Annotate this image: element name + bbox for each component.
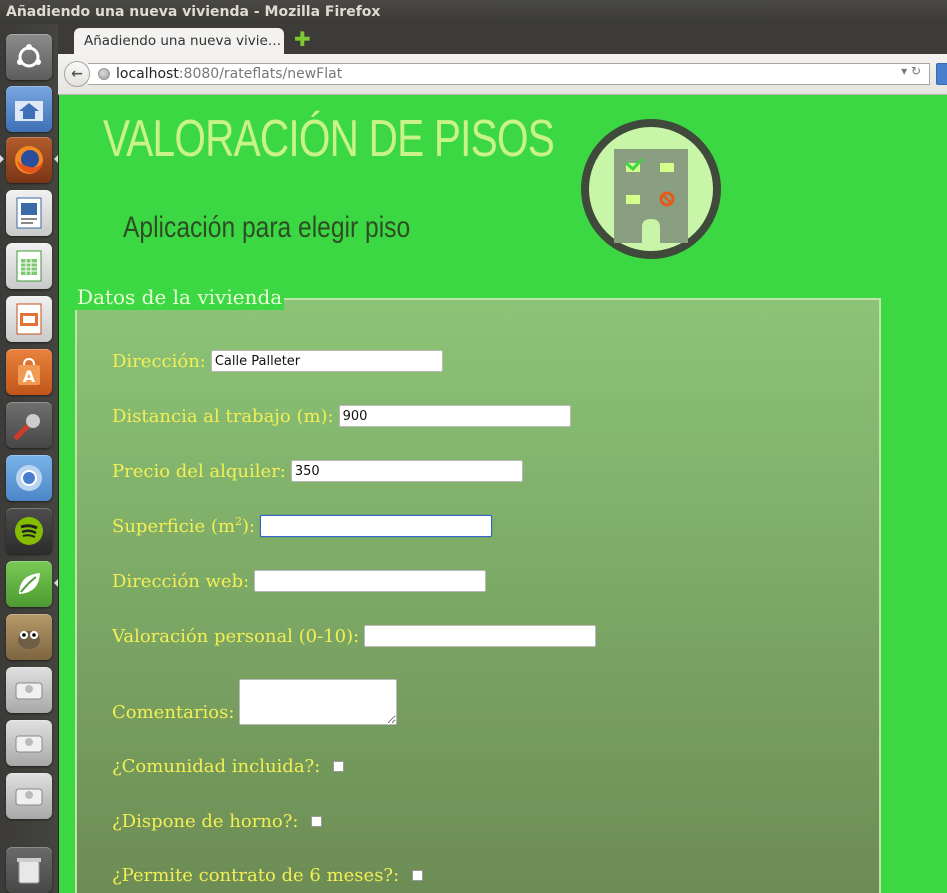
writer-icon[interactable] xyxy=(6,190,52,236)
flat-data-fieldset xyxy=(75,298,881,893)
trash-icon[interactable] xyxy=(6,847,52,893)
unity-launcher: A xyxy=(0,24,59,893)
contrato-checkbox[interactable] xyxy=(412,870,424,881)
url-path: :8080/rateflats/newFlat xyxy=(178,66,343,82)
plus-icon[interactable]: ✚ xyxy=(294,29,311,49)
back-arrow-icon: ← xyxy=(71,66,83,82)
drive-icon[interactable] xyxy=(6,667,52,713)
svg-text:A: A xyxy=(23,367,36,386)
page-title: VALORACIÓN DE PISOS xyxy=(103,110,555,168)
precio-label: Precio del alquiler: xyxy=(112,460,286,482)
field-valoracion: Valoración personal (0-10): xyxy=(112,625,597,647)
navigation-bar: localhost:8080/rateflats/newFlat ▾ ↻ ← xyxy=(58,54,947,95)
comunidad-label: ¿Comunidad incluida?: xyxy=(112,756,321,777)
page-subtitle: Aplicación para elegir piso xyxy=(123,211,411,244)
calc-icon[interactable] xyxy=(6,243,52,289)
spotify-icon[interactable] xyxy=(6,508,52,554)
web-label: Dirección web: xyxy=(112,570,250,592)
firefox-icon[interactable] xyxy=(6,137,52,183)
valoracion-label: Valoración personal (0-10): xyxy=(112,625,360,647)
precio-input[interactable] xyxy=(290,460,523,482)
url-actions: ▾ ↻ xyxy=(901,64,921,78)
valoracion-input[interactable] xyxy=(364,625,597,647)
url-host: localhost xyxy=(116,66,179,82)
tab-current[interactable]: Añadiendo una nueva vivie… xyxy=(74,28,284,54)
back-button[interactable]: ← xyxy=(64,61,90,87)
comunidad-checkbox[interactable] xyxy=(333,761,345,772)
comentarios-label: Comentarios: xyxy=(112,702,235,723)
field-horno: ¿Dispone de horno?: xyxy=(112,811,323,832)
horno-checkbox[interactable] xyxy=(311,816,323,827)
gimp-icon[interactable] xyxy=(6,614,52,660)
field-superficie: Superficie (m2): xyxy=(112,515,493,537)
impress-icon[interactable] xyxy=(6,296,52,342)
software-center-icon[interactable]: A xyxy=(6,349,52,395)
chromium-icon[interactable] xyxy=(6,455,52,501)
direccion-label: Dirección: xyxy=(112,350,206,372)
web-input[interactable] xyxy=(254,570,487,592)
ubuntu-dash-icon[interactable] xyxy=(6,34,52,80)
reload-icon[interactable]: ↻ xyxy=(911,64,921,78)
field-distancia: Distancia al trabajo (m): xyxy=(112,405,571,427)
field-comunidad: ¿Comunidad incluida?: xyxy=(112,756,345,777)
system-settings-icon[interactable] xyxy=(6,402,52,448)
url-bar[interactable]: localhost:8080/rateflats/newFlat ▾ ↻ xyxy=(88,63,930,85)
field-contrato: ¿Permite contrato de 6 meses?: xyxy=(112,865,424,886)
globe-icon xyxy=(98,68,110,80)
dropdown-arrow-icon[interactable]: ▾ xyxy=(901,64,907,78)
distancia-label: Distancia al trabajo (m): xyxy=(112,405,334,427)
active-indicator xyxy=(54,155,58,163)
window-title-bar: Añadiendo una nueva vivienda - Mozilla F… xyxy=(0,0,947,24)
building-logo-icon xyxy=(581,119,721,259)
horno-label: ¿Dispone de horno?: xyxy=(112,811,299,832)
superficie-label: Superficie (m2): xyxy=(112,515,256,537)
running-indicator xyxy=(0,155,4,163)
distancia-input[interactable] xyxy=(338,405,571,427)
drive-icon[interactable] xyxy=(6,773,52,819)
search-engine-icon[interactable] xyxy=(936,63,947,85)
active-indicator xyxy=(54,579,58,587)
page-content: VALORACIÓN DE PISOS Aplicación para eleg… xyxy=(59,95,947,893)
drive-icon[interactable] xyxy=(6,720,52,766)
fieldset-legend: Datos de la vivienda xyxy=(75,284,285,310)
field-precio: Precio del alquiler: xyxy=(112,460,523,482)
contrato-label: ¿Permite contrato de 6 meses?: xyxy=(112,865,400,886)
field-comentarios: Comentarios: xyxy=(112,679,398,725)
home-folder-icon[interactable] xyxy=(6,86,52,132)
spring-leaf-icon[interactable] xyxy=(6,561,52,607)
field-direccion: Dirección: xyxy=(112,350,443,372)
direccion-input[interactable] xyxy=(210,350,443,372)
tab-strip: Añadiendo una nueva vivie… ✚ xyxy=(58,24,947,54)
superficie-input[interactable] xyxy=(260,515,493,537)
comentarios-textarea[interactable] xyxy=(239,679,398,725)
field-web: Dirección web: xyxy=(112,570,487,592)
